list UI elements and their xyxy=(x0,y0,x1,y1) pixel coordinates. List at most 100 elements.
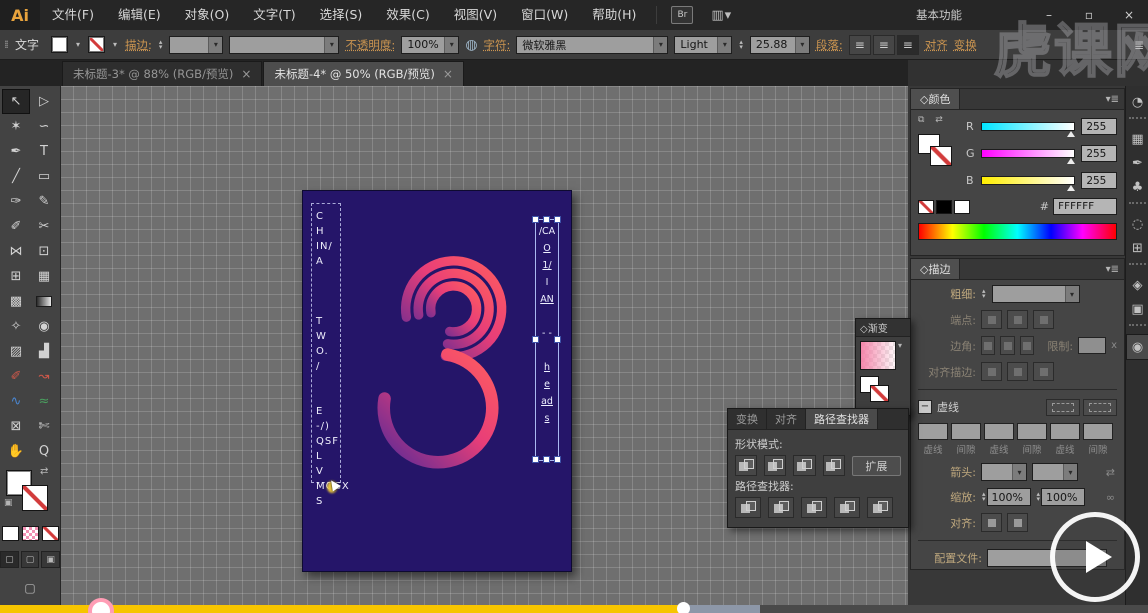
weight-dropdown[interactable]: ▾ xyxy=(992,285,1080,303)
font-style-dropdown[interactable]: Light▾ xyxy=(674,36,732,54)
width-point-tool[interactable]: ✐ xyxy=(2,364,30,389)
color-panel-menu-icon[interactable]: ▾≣ xyxy=(1106,94,1119,105)
dash-value-field[interactable] xyxy=(951,423,981,440)
shape-mode-unite[interactable] xyxy=(735,455,757,476)
appearance-panel-icon[interactable]: ◌ xyxy=(1127,212,1148,236)
menu-item[interactable]: 视图(V) xyxy=(442,0,509,30)
dash-value-field[interactable] xyxy=(984,423,1014,440)
transform-link[interactable]: 变换 xyxy=(954,37,977,53)
close-button[interactable]: × xyxy=(1116,6,1142,24)
slider-thumb[interactable] xyxy=(1067,185,1075,191)
swap-arrowheads-icon[interactable]: ⇄ xyxy=(1106,466,1115,479)
preserve-dash-button[interactable] xyxy=(1046,399,1080,416)
lasso-tool[interactable]: ∽ xyxy=(30,114,58,139)
expand-button[interactable]: 扩展 xyxy=(852,456,901,476)
menu-item[interactable]: 窗口(W) xyxy=(509,0,580,30)
gradient-button[interactable] xyxy=(22,526,39,541)
column-graph-tool[interactable]: ▟ xyxy=(30,339,58,364)
opacity-dropdown[interactable]: 100%▾ xyxy=(401,36,459,54)
miter-limit-field[interactable] xyxy=(1078,337,1106,354)
menu-item[interactable]: 帮助(H) xyxy=(580,0,648,30)
color-button[interactable] xyxy=(2,526,19,541)
scissors-tool[interactable]: ✂ xyxy=(30,214,58,239)
mesh-tool[interactable]: ▩ xyxy=(2,289,30,314)
paragraph-link[interactable]: 段落: xyxy=(816,37,843,53)
slider-thumb[interactable] xyxy=(1067,158,1075,164)
blend-tool[interactable]: ◉ xyxy=(30,314,58,339)
artboard-tool[interactable]: ⊠ xyxy=(2,414,30,439)
channel-value-field[interactable]: 255 xyxy=(1081,118,1117,135)
bevel-join-button[interactable] xyxy=(1020,336,1034,355)
gradient-dropdown-icon[interactable]: ▾ xyxy=(898,341,902,350)
dash-value-field[interactable] xyxy=(1050,423,1080,440)
swatches-panel-icon[interactable]: ▦ xyxy=(1127,127,1148,151)
menu-item[interactable]: 对象(O) xyxy=(173,0,242,30)
variable-width-profile-dropdown[interactable]: ▾ xyxy=(229,36,339,54)
align-link[interactable]: 对齐 xyxy=(925,37,948,53)
artboard-poster[interactable]: CHIN/A TWO./ E-/)QSFLVMOSXS /CAO1/IAN - … xyxy=(302,190,572,572)
tab-panel[interactable]: 对齐 xyxy=(767,409,806,429)
font-size-dropdown[interactable]: 25.88▾ xyxy=(750,36,810,54)
document-tab[interactable]: 未标题-3* @ 88% (RGB/预览)× xyxy=(62,61,262,86)
menu-item[interactable]: 文字(T) xyxy=(241,0,307,30)
arc-tool[interactable]: ↝ xyxy=(30,364,58,389)
free-transform-tool[interactable]: ⊡ xyxy=(30,239,58,264)
line-segment-tool[interactable]: ╱ xyxy=(2,164,30,189)
tab-close-icon[interactable]: × xyxy=(443,67,453,81)
screen-mode-button[interactable]: ▢ xyxy=(19,580,41,596)
black-swatch[interactable] xyxy=(936,200,952,214)
arrow-align-tip-button[interactable] xyxy=(981,513,1002,532)
swap-fill-stroke-icon[interactable]: ⇄ xyxy=(40,466,48,477)
recolor-artwork-icon[interactable]: ◍ xyxy=(465,37,477,53)
symbols-panel-icon[interactable]: ♣ xyxy=(1127,175,1148,199)
color-slider-g[interactable] xyxy=(981,149,1076,158)
draw-mode-button[interactable]: ▢ xyxy=(0,551,19,568)
color-slider-r[interactable] xyxy=(981,122,1076,131)
slice-tool[interactable]: ✄ xyxy=(30,414,58,439)
stroke-swatch[interactable] xyxy=(88,36,105,53)
hand-tool[interactable]: ✋ xyxy=(2,439,30,464)
butt-cap-button[interactable] xyxy=(981,310,1002,329)
menu-item[interactable]: 编辑(E) xyxy=(106,0,173,30)
workspace-switcher[interactable]: 基本功能 xyxy=(916,7,962,23)
rectangle-tool[interactable]: ▭ xyxy=(30,164,58,189)
miter-join-button[interactable] xyxy=(981,336,995,355)
fill-swatch[interactable] xyxy=(51,36,68,53)
zoom-tool[interactable]: Q xyxy=(30,439,58,464)
dashed-line-checkbox[interactable]: − xyxy=(918,400,932,414)
control-panel-menu-icon[interactable]: ≣ xyxy=(1134,38,1144,52)
opacity-link[interactable]: 不透明度: xyxy=(345,37,395,53)
font-family-dropdown[interactable]: 微软雅黑▾ xyxy=(516,36,668,54)
round-join-button[interactable] xyxy=(1000,336,1014,355)
layers-panel-icon[interactable]: ◈ xyxy=(1127,273,1148,297)
arrow-align-end-button[interactable] xyxy=(1007,513,1028,532)
gradient-swatch[interactable] xyxy=(860,341,896,370)
bridge-button[interactable]: Br xyxy=(671,6,693,24)
arrowhead-start-dropdown[interactable]: ▾ xyxy=(981,463,1027,481)
stroke-link[interactable]: 描边: xyxy=(125,37,152,53)
paintbrush-tool[interactable]: ✑ xyxy=(2,189,30,214)
selection-handle[interactable] xyxy=(543,456,550,463)
fill-dropdown-icon[interactable]: ▾ xyxy=(74,40,82,49)
dash-value-field[interactable] xyxy=(918,423,948,440)
color-slider-b[interactable] xyxy=(981,176,1076,185)
shape-mode-minus-front[interactable] xyxy=(764,455,786,476)
selection-handle[interactable] xyxy=(532,216,539,223)
type-tool[interactable]: T xyxy=(30,139,58,164)
direct-selection-tool[interactable]: ▷ xyxy=(30,89,58,114)
menu-item[interactable]: 效果(C) xyxy=(374,0,441,30)
gradient-tool[interactable] xyxy=(30,289,58,314)
stroke-panel-tab[interactable]: ◇描边 xyxy=(911,259,960,279)
align-stroke-outside-button[interactable] xyxy=(1033,362,1054,381)
shape-mode-intersect[interactable] xyxy=(793,455,815,476)
gradient-stroke-box[interactable] xyxy=(870,385,889,402)
poster-left-text[interactable]: CHIN/A TWO./ E-/)QSFLVMOSXS xyxy=(316,209,350,509)
arrow-scale-start-field[interactable]: 100% xyxy=(987,488,1031,506)
document-tab[interactable]: 未标题-4* @ 50% (RGB/预览)× xyxy=(263,61,463,86)
pathfinder-crop[interactable] xyxy=(834,497,860,518)
pathfinder-divide[interactable] xyxy=(735,497,761,518)
selection-handle[interactable] xyxy=(543,216,550,223)
progress-handle[interactable] xyxy=(677,602,690,613)
arrow-scale-end-field[interactable]: 100% xyxy=(1041,488,1085,506)
dash-value-field[interactable] xyxy=(1017,423,1047,440)
